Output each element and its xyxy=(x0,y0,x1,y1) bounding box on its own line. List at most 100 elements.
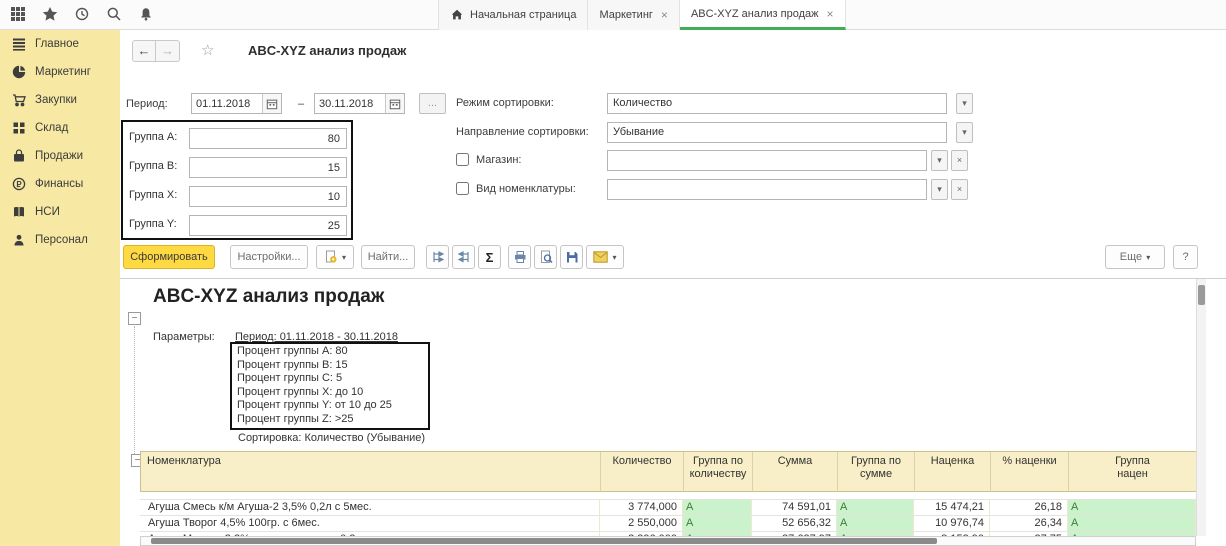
favorite-star-icon[interactable]: ☆ xyxy=(201,41,214,59)
group-y-input[interactable] xyxy=(189,215,347,236)
send-mail-button[interactable]: ▾ xyxy=(586,245,624,269)
column-header: Группа нацен xyxy=(1069,452,1197,492)
help-button[interactable]: ? xyxy=(1173,245,1198,269)
period-more-button[interactable]: ... xyxy=(419,93,446,114)
search-icon[interactable] xyxy=(106,6,126,24)
ruble-coin-icon: Р xyxy=(12,177,26,191)
calendar-icon[interactable] xyxy=(262,94,281,113)
sort-mode-dropdown-button[interactable]: ▾ xyxy=(956,93,973,114)
settings-button[interactable]: Настройки... xyxy=(230,245,308,269)
print-button[interactable] xyxy=(508,245,531,269)
print-preview-button[interactable] xyxy=(534,245,557,269)
nomen-type-dropdown-button[interactable]: ▾ xyxy=(931,179,948,200)
report-params-label: Параметры: xyxy=(153,331,215,343)
mail-icon xyxy=(593,251,608,263)
column-header: Количество xyxy=(601,452,684,492)
report-table: Номенклатура Количество Группа по количе… xyxy=(140,451,1196,546)
collapse-groups-button[interactable] xyxy=(452,245,475,269)
period-label: Период: xyxy=(126,98,168,110)
report-title: ABC-XYZ анализ продаж xyxy=(153,286,384,308)
sidebar-item-main[interactable]: Главное xyxy=(0,30,120,58)
app-window: Начальная страница Маркетинг × ABC-XYZ а… xyxy=(0,0,1226,546)
tab-label: Маркетинг xyxy=(599,9,652,21)
report-variant-icon xyxy=(324,250,338,264)
column-header: Номенклатура xyxy=(141,452,601,492)
sidebar-item-warehouse[interactable]: Склад xyxy=(0,114,120,142)
nomen-type-clear-button[interactable]: × xyxy=(951,179,968,200)
group-b-label: Группа B: xyxy=(129,160,177,172)
nomen-type-label: Вид номенклатуры: xyxy=(476,183,576,195)
apps-menu-icon[interactable] xyxy=(10,6,30,24)
sidebar-item-finance[interactable]: Р Финансы xyxy=(0,170,120,198)
column-header: Сумма xyxy=(753,452,838,492)
sum-button[interactable]: Σ xyxy=(478,245,501,269)
forward-button[interactable]: → xyxy=(156,40,180,62)
close-icon[interactable]: × xyxy=(827,7,834,21)
sidebar-item-sales[interactable]: Продажи xyxy=(0,142,120,170)
column-header: % наценки xyxy=(991,452,1069,492)
report-area: − − ABC-XYZ анализ продаж Параметры: Пер… xyxy=(120,278,1226,546)
tab-marketing[interactable]: Маркетинг × xyxy=(588,0,680,30)
printer-icon xyxy=(513,250,527,264)
sidebar-item-nsi[interactable]: НСИ xyxy=(0,198,120,226)
save-icon xyxy=(565,250,579,264)
group-x-input[interactable] xyxy=(189,186,347,207)
find-button[interactable]: Найти... xyxy=(361,245,415,269)
percent-line: Процент группы X: до 10 xyxy=(237,386,423,400)
more-actions-button[interactable]: Еще ▾ xyxy=(1105,245,1165,269)
generate-button[interactable]: Сформировать xyxy=(123,245,215,269)
notifications-bell-icon[interactable] xyxy=(138,6,158,24)
nomen-type-combo[interactable] xyxy=(607,179,927,200)
store-combo[interactable] xyxy=(607,150,927,171)
column-header: Группа по сумме xyxy=(838,452,915,492)
group-a-input[interactable] xyxy=(189,128,347,149)
calendar-icon[interactable] xyxy=(385,94,404,113)
collapse-params-marker[interactable]: − xyxy=(128,312,141,325)
group-percent-highlight-box: Процент группы A: 80 Процент группы B: 1… xyxy=(230,342,430,430)
period-to-field xyxy=(314,93,405,114)
store-clear-button[interactable]: × xyxy=(951,150,968,171)
percent-line: Процент группы Z: >25 xyxy=(237,413,423,427)
horizontal-scrollbar-thumb[interactable] xyxy=(151,538,937,544)
close-icon[interactable]: × xyxy=(661,8,668,22)
period-from-field xyxy=(191,93,282,114)
back-button[interactable]: ← xyxy=(132,40,156,62)
sidebar: Главное Маркетинг Закупки Склад Продажи … xyxy=(0,30,120,546)
store-dropdown-button[interactable]: ▾ xyxy=(931,150,948,171)
group-y-label: Группа Y: xyxy=(129,218,177,230)
tab-home[interactable]: Начальная страница xyxy=(438,0,588,30)
vertical-scrollbar-thumb[interactable] xyxy=(1198,285,1205,305)
save-button[interactable] xyxy=(560,245,583,269)
sidebar-item-purchases[interactable]: Закупки xyxy=(0,86,120,114)
table-row[interactable]: Агуша Творог 4,5% 100гр. с 6мес. 2 550,0… xyxy=(140,516,1196,532)
home-icon xyxy=(450,8,464,22)
horizontal-scrollbar[interactable] xyxy=(140,536,1196,546)
sidebar-item-marketing[interactable]: Маркетинг xyxy=(0,58,120,86)
tab-bar: Начальная страница Маркетинг × ABC-XYZ а… xyxy=(438,0,846,30)
store-checkbox[interactable] xyxy=(456,153,469,166)
bag-icon xyxy=(12,149,26,163)
table-row[interactable]: Агуша Смесь к/м Агуша-2 3,5% 0,2л с 5мес… xyxy=(140,500,1196,516)
history-icon[interactable] xyxy=(74,6,94,24)
percent-line: Процент группы B: 15 xyxy=(237,359,423,373)
print-preview-icon xyxy=(539,250,553,264)
sort-mode-combo[interactable]: Количество xyxy=(607,93,947,114)
sidebar-item-staff[interactable]: Персонал xyxy=(0,226,120,254)
sort-mode-label: Режим сортировки: xyxy=(456,97,554,109)
favorites-star-icon[interactable] xyxy=(42,6,62,24)
period-to-input[interactable] xyxy=(315,94,385,113)
top-bar: Начальная страница Маркетинг × ABC-XYZ а… xyxy=(0,0,1226,30)
nomen-type-checkbox[interactable] xyxy=(456,182,469,195)
group-a-label: Группа A: xyxy=(129,131,177,143)
period-from-input[interactable] xyxy=(192,94,262,113)
store-label: Магазин: xyxy=(476,154,522,166)
group-tree-line xyxy=(134,326,135,454)
sort-dir-combo[interactable]: Убывание xyxy=(607,122,947,143)
expand-groups-button[interactable] xyxy=(426,245,449,269)
vertical-scrollbar[interactable] xyxy=(1196,279,1206,536)
report-variants-button[interactable]: ▾ xyxy=(316,245,354,269)
group-b-input[interactable] xyxy=(189,157,347,178)
sort-dir-dropdown-button[interactable]: ▾ xyxy=(956,122,973,143)
tab-abc-xyz-analysis[interactable]: ABC-XYZ анализ продаж × xyxy=(680,0,846,30)
percent-line: Процент группы Y: от 10 до 25 xyxy=(237,399,423,413)
